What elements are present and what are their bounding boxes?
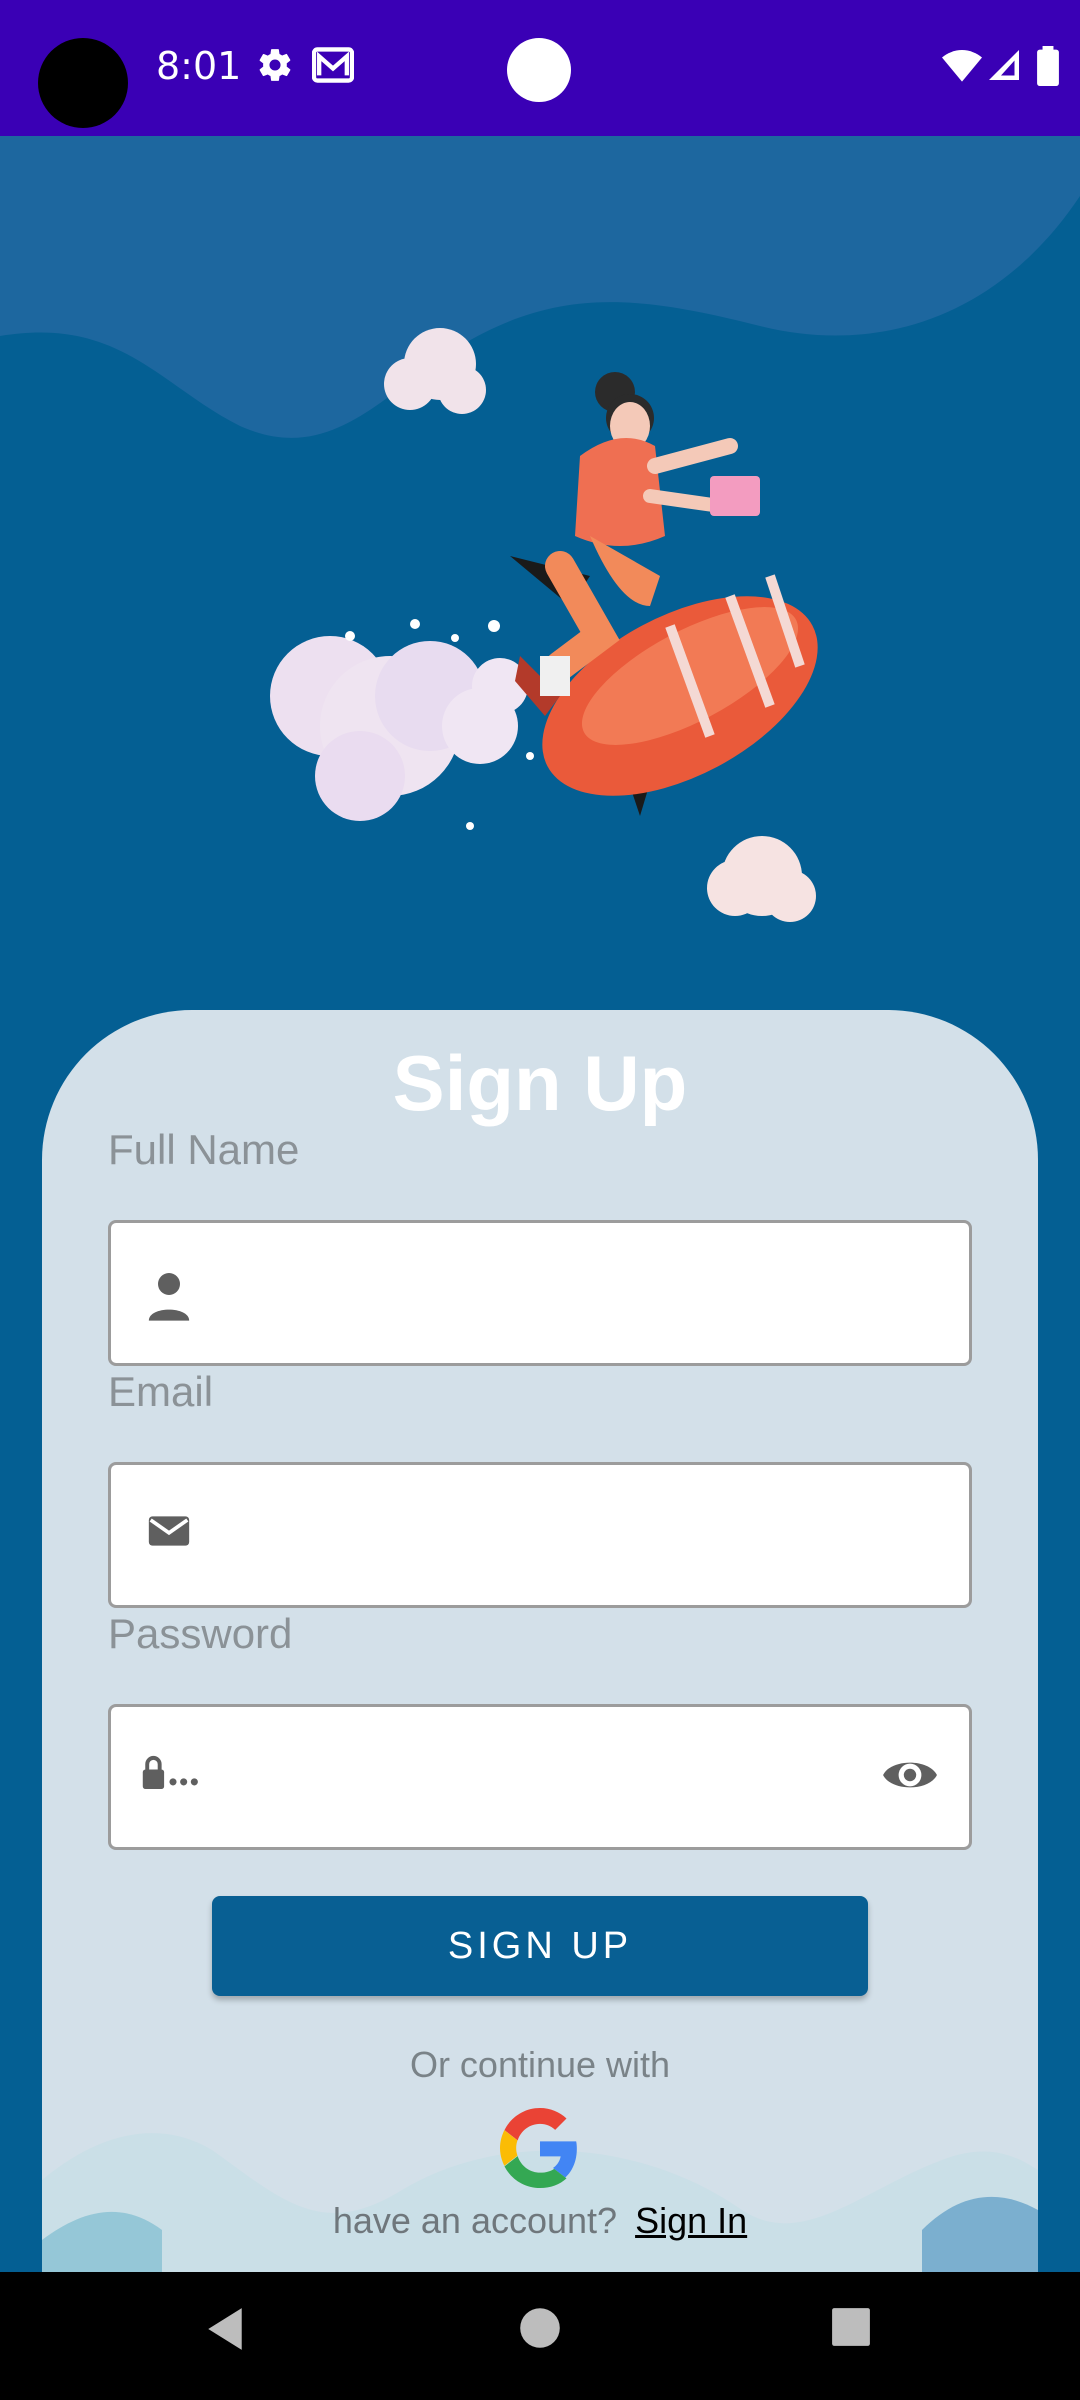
home-icon[interactable] [518,2306,562,2355]
notification-dot [507,38,571,102]
camera-cutout [38,38,128,128]
google-icon[interactable] [500,2108,580,2188]
battery-icon [1036,46,1060,91]
account-row: have an account? Sign In [42,2200,1038,2242]
full-name-label: Full Name [108,1126,300,1173]
settings-icon [256,46,294,89]
wave-top [0,136,1080,438]
signup-card: Sign Up Full Name Email Password SIGN UP… [42,1010,1038,2340]
full-name-input[interactable] [231,1223,871,1363]
password-label: Password [108,1610,293,1657]
account-prompt: have an account? [332,2200,618,2241]
full-name-field[interactable] [108,1220,972,1366]
wifi-icon [942,46,982,89]
mail-icon [311,46,355,89]
status-bar: 8:01 [0,0,1080,136]
email-input[interactable] [231,1465,871,1605]
password-field[interactable] [108,1704,972,1850]
email-label: Email [108,1368,214,1415]
status-time: 8:01 [156,44,242,88]
or-continue-text: Or continue with [409,2044,671,2085]
password-icon [141,1753,205,1798]
exhaust-cloud-icon [270,619,534,830]
back-icon[interactable] [204,2306,246,2357]
hero-illustration [0,136,1080,1036]
page-title: Sign Up [392,1039,688,1127]
person-icon [147,1269,191,1326]
cloud-bottom-icon [707,836,816,922]
password-input[interactable] [231,1707,871,1847]
signin-link[interactable]: Sign In [635,2200,747,2241]
email-icon [147,1511,191,1556]
email-field[interactable] [108,1462,972,1608]
eye-icon[interactable] [881,1753,939,1802]
signup-button[interactable]: SIGN UP [212,1896,868,1996]
navigation-bar [0,2272,1080,2400]
signal-icon [986,46,1022,89]
recents-icon[interactable] [830,2306,872,2353]
